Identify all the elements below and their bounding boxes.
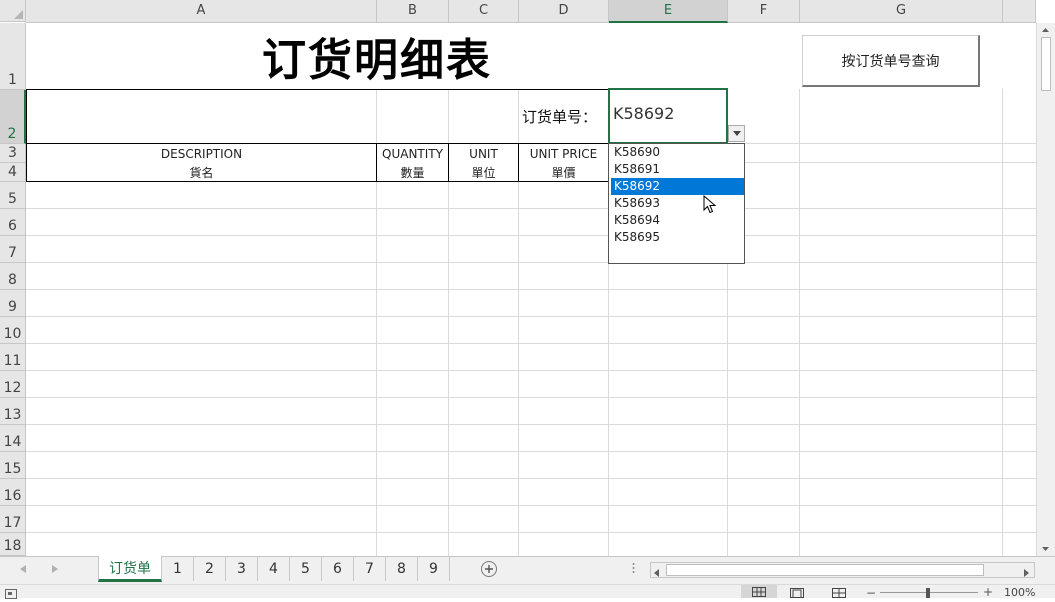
macro-record-icon[interactable] (5, 588, 17, 602)
select-all-corner[interactable] (0, 0, 26, 22)
status-bar (0, 584, 1055, 598)
header-description: DESCRIPTION (160, 146, 243, 161)
gridline-h (26, 370, 1036, 371)
gridline-h (26, 505, 1036, 506)
tab-sheet-1[interactable]: 1 (162, 556, 194, 581)
scroll-down-arrow-icon[interactable] (1037, 542, 1054, 555)
row-header-14[interactable]: 14 (0, 425, 26, 452)
row-header-6[interactable]: 6 (0, 209, 26, 236)
dropdown-option[interactable]: K58693 (611, 195, 744, 212)
tab-sheet-5[interactable]: 5 (290, 556, 322, 581)
gridline-h (26, 235, 1036, 236)
scroll-up-arrow-icon[interactable] (1037, 23, 1054, 36)
column-header-a[interactable]: A (26, 0, 377, 23)
gridline-h (26, 262, 1036, 263)
tab-sheet-8[interactable]: 8 (386, 556, 418, 581)
select-all-triangle-icon (14, 10, 23, 19)
grid-view-icon (752, 586, 766, 597)
tab-scroll-left-icon[interactable] (20, 562, 26, 576)
page-break-view-icon[interactable] (832, 587, 846, 601)
add-sheet-button[interactable] (481, 561, 497, 577)
chevron-down-icon (732, 131, 741, 136)
sheet-title: 订货明细表 (262, 35, 492, 86)
header-unit: UNIT (469, 146, 498, 161)
order-number-value: K58692 (613, 104, 675, 123)
vertical-scroll-thumb[interactable] (1041, 37, 1051, 91)
row-header-16[interactable]: 16 (0, 479, 26, 506)
vertical-scrollbar[interactable] (1036, 23, 1055, 556)
row-header-17[interactable]: 17 (0, 506, 26, 533)
gridline-h (26, 532, 1036, 533)
row-header-5[interactable]: 5 (0, 182, 26, 209)
horizontal-scroll-thumb[interactable] (666, 564, 984, 576)
tab-sheet-2[interactable]: 2 (194, 556, 226, 581)
row-header-7[interactable]: 7 (0, 236, 26, 263)
zoom-in-icon[interactable]: + (983, 585, 993, 599)
tab-splitter-handle[interactable] (632, 562, 635, 574)
gridline-h (26, 343, 1036, 344)
row-header-11[interactable]: 11 (0, 344, 26, 371)
gridline-h (26, 451, 1036, 452)
gridline-h (728, 162, 1036, 163)
dropdown-option[interactable]: K58694 (611, 212, 744, 229)
hscroll-left-arrow-icon[interactable] (654, 566, 659, 580)
mouse-pointer-icon (703, 195, 717, 214)
gridline-h (26, 208, 1036, 209)
header-quantity: QUANTITY (382, 146, 443, 161)
column-header-b[interactable]: B (377, 0, 449, 23)
dropdown-option-selected[interactable]: K58692 (611, 178, 744, 195)
header-unit-zh: 單位 (471, 165, 496, 180)
header-description-zh: 貨名 (189, 165, 214, 180)
header-unit-price-zh: 單價 (551, 165, 576, 180)
row-header-13[interactable]: 13 (0, 398, 26, 425)
row-header-18[interactable]: 18 (0, 533, 26, 556)
dropdown-option[interactable]: K58691 (611, 161, 744, 178)
query-by-order-number-button[interactable]: 按订货单号查询 (802, 35, 980, 87)
tab-sheet-3[interactable]: 3 (226, 556, 258, 581)
tab-scroll-right-icon[interactable] (52, 562, 58, 576)
gridline-h (26, 289, 1036, 290)
column-header-c[interactable]: C (449, 0, 519, 23)
dropdown-toggle-button[interactable] (728, 125, 745, 142)
zoom-level[interactable]: 100% (1004, 586, 1035, 599)
normal-view-button[interactable] (741, 585, 777, 598)
dropdown-option[interactable]: K58690 (611, 144, 744, 161)
header-quantity-zh: 數量 (400, 165, 425, 180)
tab-sheet-4[interactable]: 4 (258, 556, 290, 581)
header-unit-price: UNIT PRICE (529, 146, 598, 161)
gridline-h (26, 397, 1036, 398)
page-layout-view-icon[interactable] (790, 587, 804, 601)
row-header-2[interactable]: 2 (0, 90, 26, 144)
gridline-h (728, 143, 1036, 144)
row-header-12[interactable]: 12 (0, 371, 26, 398)
row-header-9[interactable]: 9 (0, 290, 26, 317)
zoom-slider-thumb[interactable] (926, 588, 930, 598)
dropdown-option[interactable]: K58695 (611, 229, 744, 246)
row-header-8[interactable]: 8 (0, 263, 26, 290)
gridline-h (26, 316, 1036, 317)
tab-sheet-6[interactable]: 6 (322, 556, 354, 581)
hscroll-right-arrow-icon[interactable] (1024, 566, 1029, 580)
column-header-e[interactable]: E (609, 0, 728, 23)
tab-sheet-9[interactable]: 9 (418, 556, 450, 581)
row-header-4[interactable]: 4 (0, 163, 26, 182)
gridline-h (26, 478, 1036, 479)
row-header-1[interactable]: 1 (0, 23, 26, 90)
column-header-d[interactable]: D (519, 0, 609, 23)
plus-icon (485, 565, 493, 573)
column-header-f[interactable]: F (728, 0, 800, 23)
row-header-10[interactable]: 10 (0, 317, 26, 344)
row-header-15[interactable]: 15 (0, 452, 26, 479)
column-header-g[interactable]: G (800, 0, 1003, 23)
order-number-dropdown-list[interactable]: K58690 K58691 K58692 K58693 K58694 K5869… (608, 143, 745, 264)
tab-order-sheet[interactable]: 订货单 (98, 556, 162, 582)
tab-sheet-7[interactable]: 7 (354, 556, 386, 581)
column-header-h[interactable] (1003, 0, 1036, 23)
order-number-label: 订货单号： (521, 108, 597, 126)
row-header-3[interactable]: 3 (0, 144, 26, 163)
gridline-h (26, 424, 1036, 425)
